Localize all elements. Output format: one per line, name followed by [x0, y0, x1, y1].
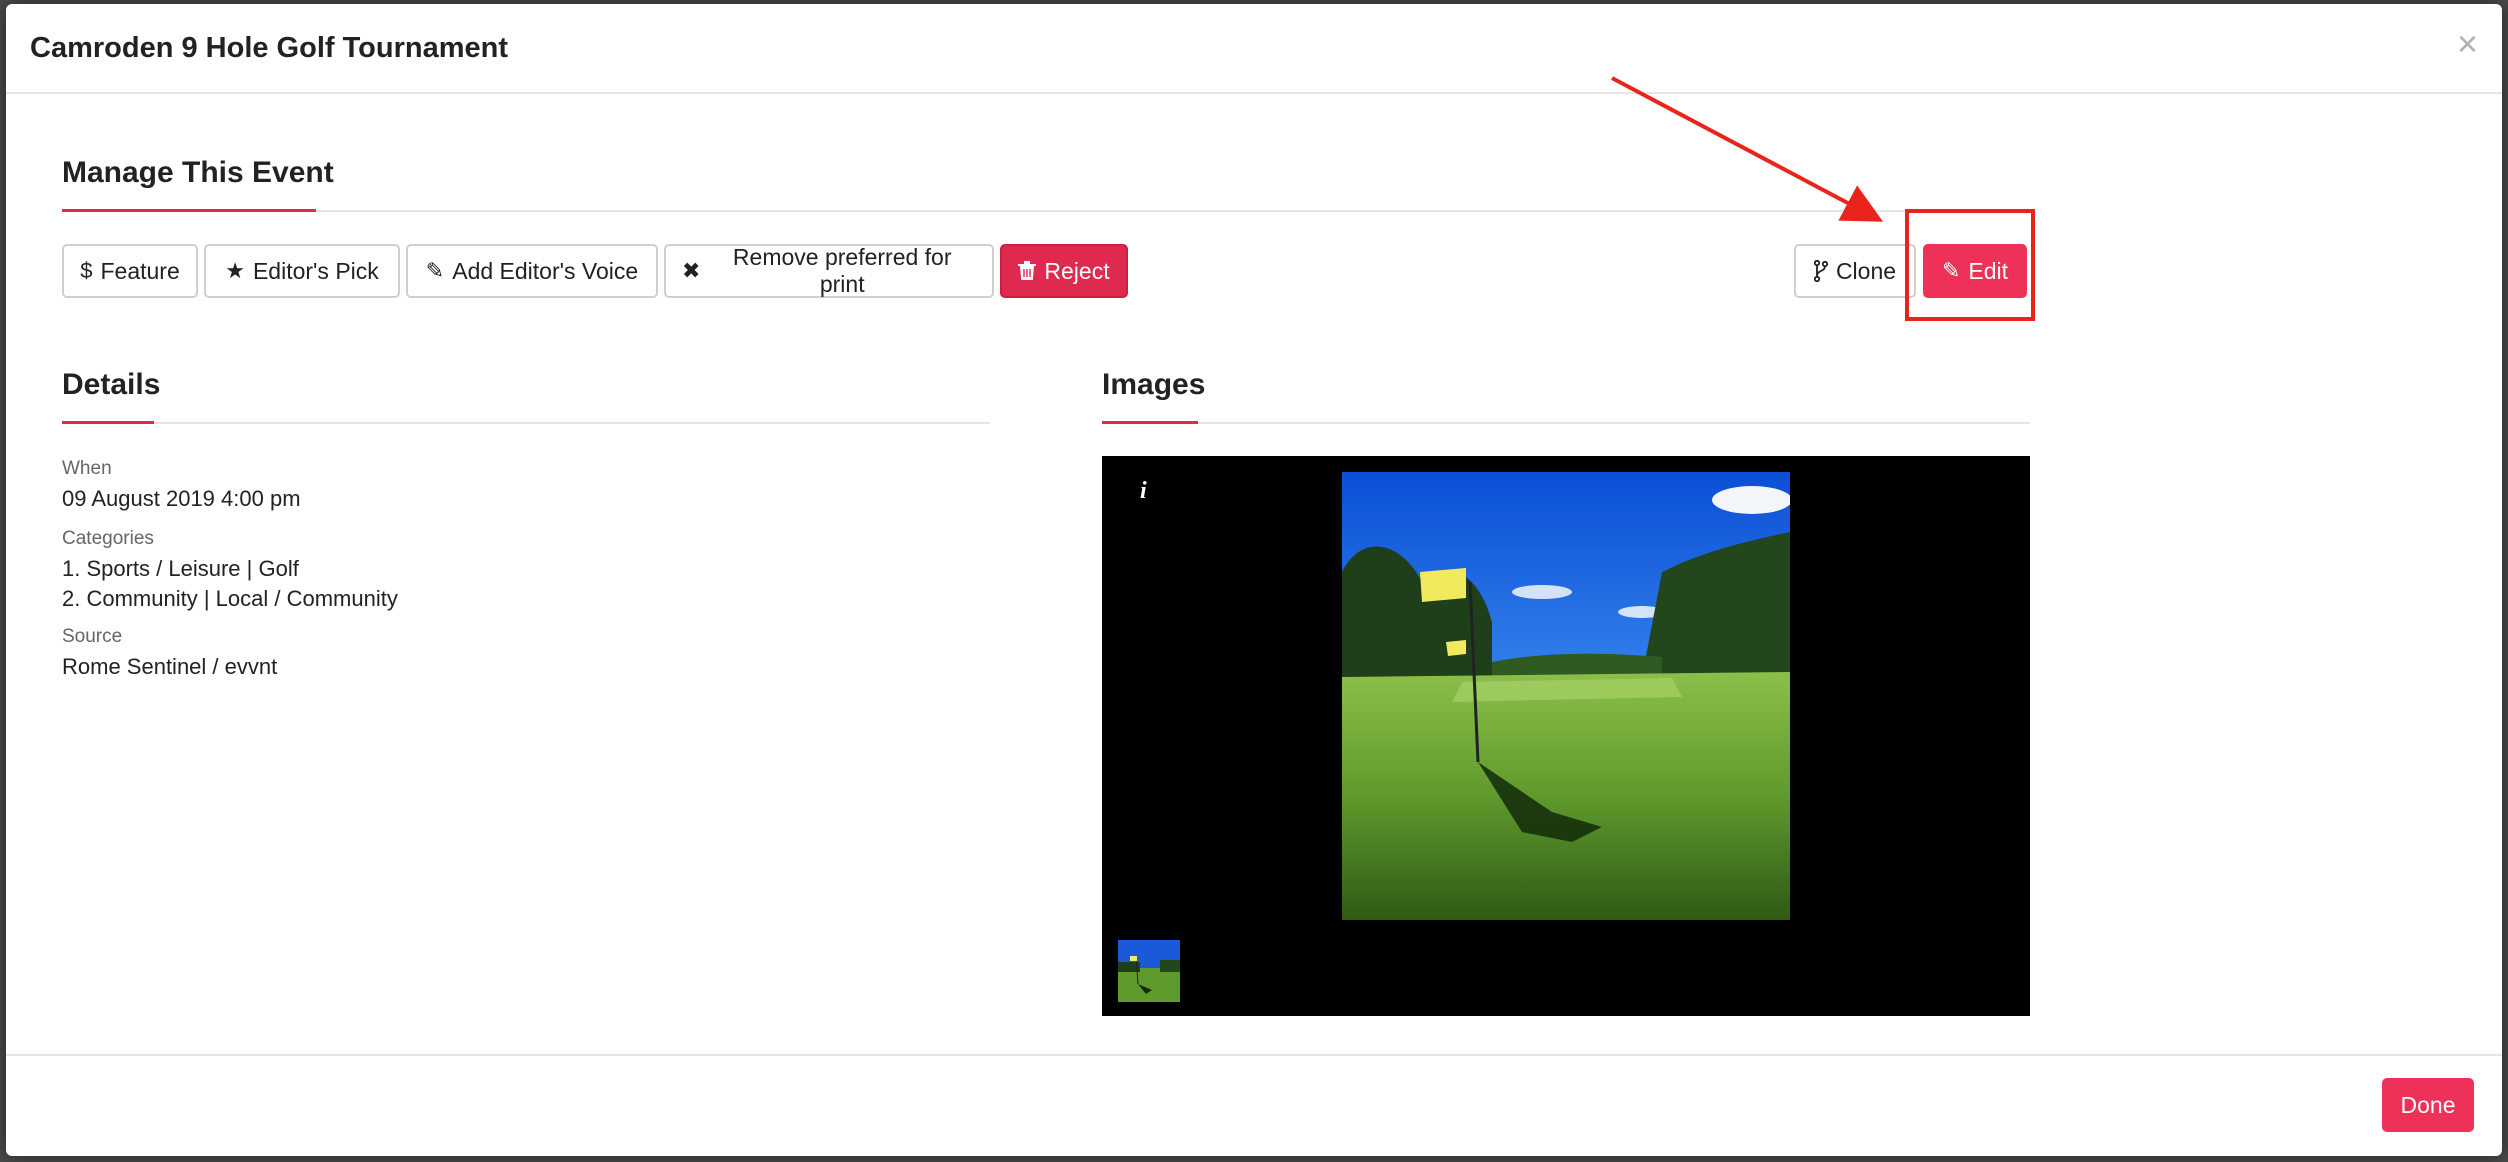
annotation-arrow: [1611, 76, 1884, 222]
annotation-highlight-box: [1905, 209, 2035, 321]
